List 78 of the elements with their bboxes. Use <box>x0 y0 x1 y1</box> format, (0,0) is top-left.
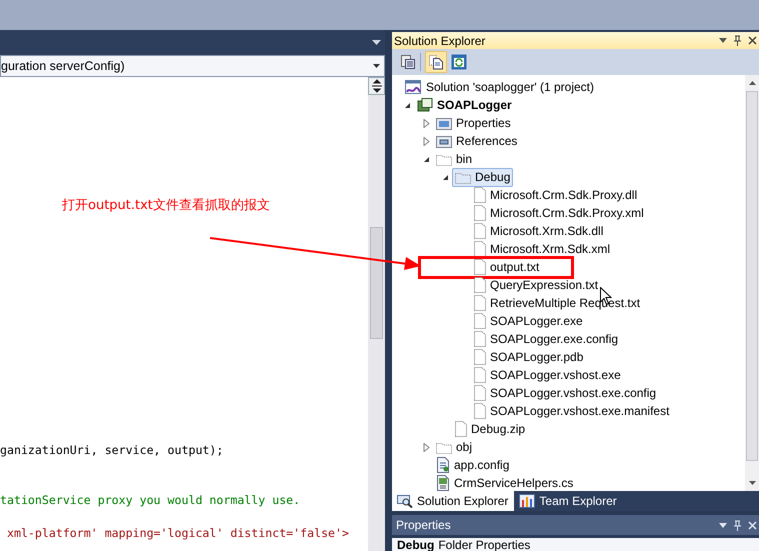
tree-item[interactable]: SOAPLogger.vshost.exe <box>471 366 624 384</box>
file-icon <box>474 403 486 419</box>
panel-title: Solution Explorer <box>394 34 486 48</box>
expand-arrow-icon[interactable] <box>422 118 430 128</box>
tree-item[interactable]: QueryExpression.txt <box>471 276 602 294</box>
file-icon <box>474 385 486 401</box>
dropdown-arrow-icon[interactable] <box>372 40 381 45</box>
show-all-files-button[interactable] <box>425 51 447 73</box>
tree-item[interactable]: SOAPLogger.pdb <box>471 348 586 366</box>
panel-title: Properties <box>396 518 451 532</box>
file-icon <box>474 331 486 347</box>
tree-item[interactable]: References <box>433 132 520 150</box>
annotation-text: 打开output.txt文件查看抓取的报文 <box>62 197 270 214</box>
file-icon <box>474 241 486 257</box>
folder-icon <box>455 170 471 184</box>
bar-chart-icon <box>519 494 536 508</box>
collapse-arrow-icon[interactable] <box>422 156 430 162</box>
tree-item[interactable]: Microsoft.Crm.Sdk.Proxy.xml <box>471 204 647 222</box>
tree-item-label[interactable]: Solution 'soaplogger' (1 project) <box>426 80 594 94</box>
tree-item[interactable]: output.txt <box>471 258 542 276</box>
csharp-project-icon <box>417 98 433 112</box>
dropdown-arrow-icon <box>373 64 380 68</box>
file-icon <box>474 205 486 221</box>
pin-icon[interactable] <box>733 35 742 46</box>
code-line: xml-platform' mapping='logical' distinct='false'> <box>6 525 350 542</box>
tree-item[interactable]: SOAPLogger.exe.config <box>471 330 622 348</box>
tree-item[interactable]: SOAPLogger <box>414 96 515 114</box>
tree-item[interactable]: CrmServiceHelpers.cs <box>433 474 576 491</box>
scrollbar-thumb[interactable] <box>370 227 383 339</box>
file-icon <box>474 295 486 311</box>
split-icon[interactable] <box>368 77 385 95</box>
folder-icon <box>436 440 452 454</box>
folder-icon <box>436 152 452 166</box>
scrollbar-thumb[interactable] <box>746 91 758 461</box>
file-icon <box>474 223 486 239</box>
dropdown-arrow-icon[interactable] <box>719 38 727 43</box>
tree-item[interactable]: Debug.zip <box>452 420 528 438</box>
file-icon <box>474 259 486 275</box>
tree-item[interactable]: RetrieveMultiple Request.txt <box>471 294 644 312</box>
tree-item[interactable]: Microsoft.Crm.Sdk.Proxy.dll <box>471 186 640 204</box>
scrollbar[interactable] <box>368 77 385 551</box>
references-folder-icon <box>436 134 452 148</box>
magnifier-icon <box>397 494 413 508</box>
scroll-down-icon[interactable] <box>748 481 756 485</box>
collapse-arrow-icon[interactable] <box>404 102 410 108</box>
scroll-up-icon[interactable] <box>748 81 756 85</box>
tree-item[interactable]: SOAPLogger.exe <box>471 312 586 330</box>
file-icon <box>474 367 486 383</box>
file-icon <box>474 313 486 329</box>
file-icon <box>474 277 486 293</box>
config-file-icon <box>436 457 450 473</box>
tree-item[interactable]: app.config <box>433 456 512 474</box>
tree-item[interactable]: SOAPLogger.vshost.exe.config <box>471 384 660 402</box>
file-icon <box>474 349 486 365</box>
refresh-icon[interactable] <box>451 54 467 70</box>
dropdown-arrow-icon[interactable] <box>719 522 727 528</box>
panel-tab[interactable]: Solution Explorer <box>392 491 514 511</box>
properties-icon[interactable] <box>400 54 416 70</box>
collapse-arrow-icon[interactable] <box>442 174 448 180</box>
file-icon <box>455 421 467 437</box>
tree-item[interactable]: Microsoft.Xrm.Sdk.xml <box>471 240 614 258</box>
expand-arrow-icon[interactable] <box>422 442 430 452</box>
tree-item[interactable]: Microsoft.Xrm.Sdk.dll <box>471 222 606 240</box>
panel-tab[interactable]: Team Explorer <box>514 491 623 511</box>
expand-arrow-icon[interactable] <box>422 136 430 146</box>
file-icon <box>474 187 486 203</box>
tree-item[interactable]: Properties <box>433 114 514 132</box>
tree-item[interactable]: obj <box>433 438 476 456</box>
code-line: tationService proxy you would normally use. <box>0 492 302 509</box>
tree-item[interactable]: Debug <box>452 168 514 186</box>
member-dropdown[interactable]: guration serverConfig) <box>0 55 385 77</box>
scrollbar[interactable] <box>745 75 759 491</box>
tree-item[interactable]: SOAPLogger.vshost.exe.manifest <box>471 402 672 420</box>
close-icon[interactable] <box>748 36 757 45</box>
code-line: ganizationUri, service, output); <box>0 442 224 460</box>
properties-folder-icon <box>436 116 452 130</box>
solution-icon <box>405 80 422 94</box>
tree-item[interactable]: bin <box>433 150 476 168</box>
